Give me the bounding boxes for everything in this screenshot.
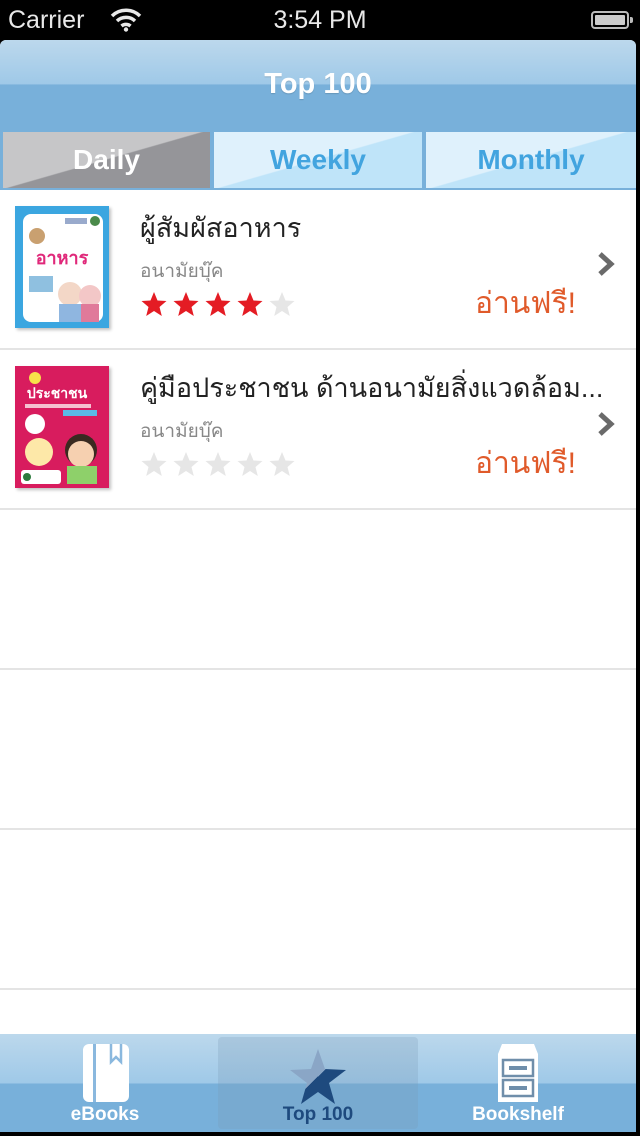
star-empty-icon [205,452,231,476]
segment-label: Monthly [477,144,585,175]
page-title: Top 100 [264,68,372,100]
tab-label: Top 100 [282,1104,354,1125]
cover-title: ประชาชน [27,386,88,402]
tab-bookshelf[interactable]: Bookshelf [418,1034,618,1132]
book-row[interactable]: ประชาชน คู่มือประชาชน ด้านอนามัยสิ่งแวดล… [0,350,636,510]
star-filled-icon [237,292,263,316]
empty-row [0,510,636,670]
cover-title: อาหาร [36,248,89,269]
book-row[interactable]: อาหาร ผู้สัมผัสอาหาร อนามัยบุ๊ค อ่านฟรี! [0,190,636,350]
star-rating [140,450,296,478]
segment-label: Weekly [270,144,366,175]
segment-monthly[interactable]: Monthly [426,132,636,188]
segment-label: Daily [73,144,140,175]
book-title: ผู้สัมผัสอาหาร [140,213,302,243]
read-free-label[interactable]: อ่านฟรี! [475,280,576,327]
cabinet-icon [498,1044,538,1102]
star-empty-icon [141,452,167,476]
period-segmented-control: Daily Weekly Monthly [0,128,636,190]
book-list: อาหาร ผู้สัมผัสอาหาร อนามัยบุ๊ค อ่านฟรี! [0,190,636,990]
empty-row [0,830,636,990]
book-icon [83,1044,129,1102]
tab-label: Bookshelf [472,1104,564,1125]
chevron-right-icon [598,412,615,436]
book-author: อนามัยบุ๊ค [140,261,224,282]
book-title: คู่มือประชาชน ด้านอนามัยสิ่งแวดล้อม... [140,373,604,403]
app-window: Top 100 Daily Weekly Monthly อาหาร ผู้สั… [0,40,636,1132]
star-rating [140,290,296,318]
book-author: อนามัยบุ๊ค [140,421,224,442]
empty-row [0,670,636,830]
segment-daily[interactable]: Daily [3,132,210,188]
tab-bar: eBooks Top 100 Bookshelf [0,1034,636,1132]
clock: 3:54 PM [273,6,367,34]
book-cover: อาหาร [15,206,109,328]
battery-icon [591,11,633,29]
tab-top-100[interactable]: Top 100 [218,1037,418,1129]
tab-label: eBooks [70,1104,140,1125]
star-empty-icon [173,452,199,476]
star-filled-icon [205,292,231,316]
star-empty-icon [237,452,263,476]
status-bar: Carrier 3:54 PM [0,0,640,40]
book-cover: ประชาชน [15,366,109,488]
nav-bar: Top 100 [0,40,636,128]
read-free-label[interactable]: อ่านฟรี! [475,440,576,487]
chevron-right-icon [598,252,615,276]
tab-ebooks[interactable]: eBooks [5,1034,205,1132]
star-filled-icon [141,292,167,316]
segment-weekly[interactable]: Weekly [214,132,422,188]
star-empty-icon [269,452,295,476]
star-filled-icon [173,292,199,316]
star-icon [290,1049,346,1104]
star-empty-icon [269,292,295,316]
